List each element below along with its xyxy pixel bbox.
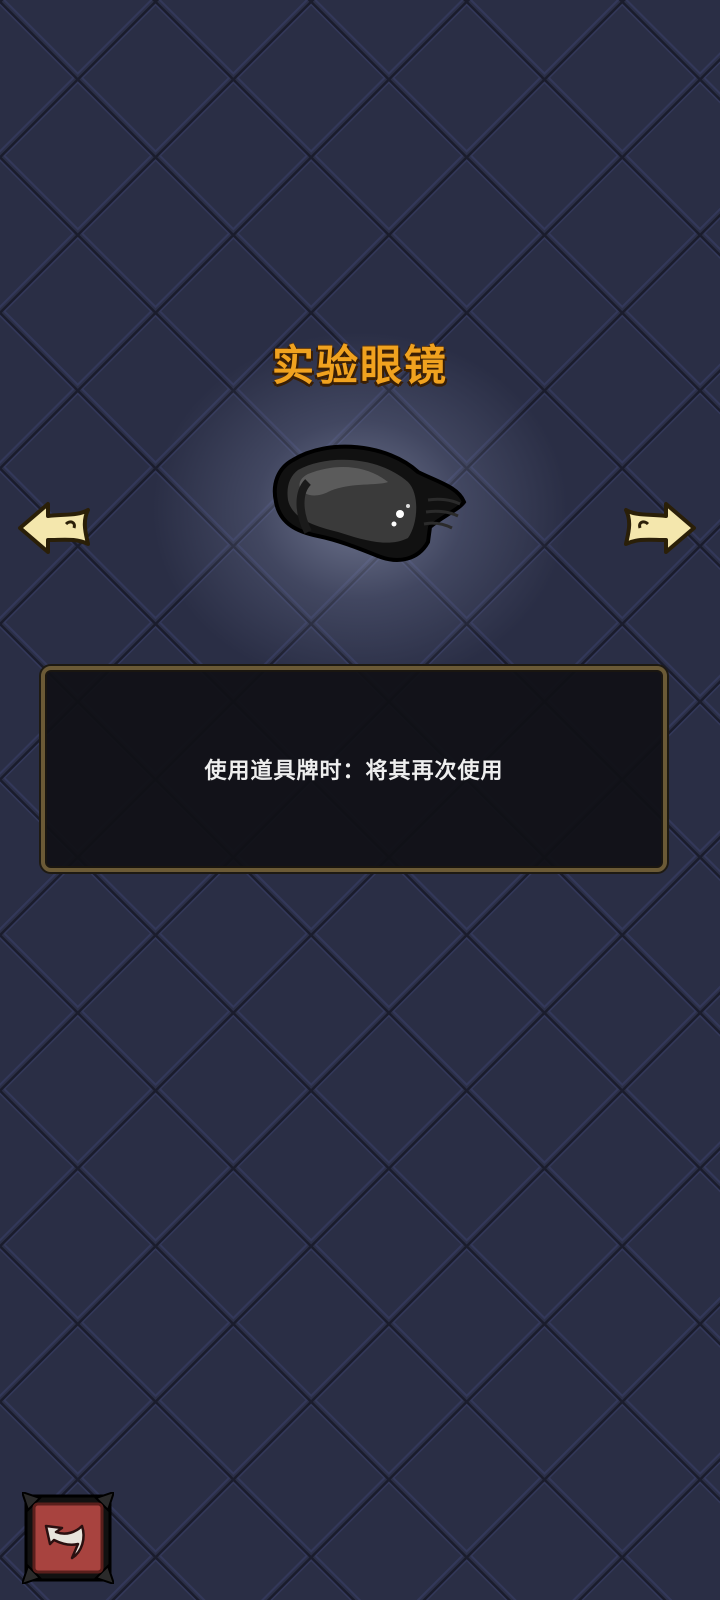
item-title: 实验眼镜 (271, 341, 448, 390)
arrow-left-icon[interactable] (14, 498, 94, 558)
item-description: 使用道具牌时：将其再次使用 (204, 759, 504, 784)
description-panel: 使用道具牌时：将其再次使用 (41, 666, 667, 872)
back-button[interactable] (22, 1492, 114, 1584)
arrow-right-icon[interactable] (620, 498, 700, 558)
item-detail-screen: 实验眼镜 使用道具牌时：将其再次使用 (0, 0, 720, 1600)
safety-goggles-image (272, 444, 467, 562)
